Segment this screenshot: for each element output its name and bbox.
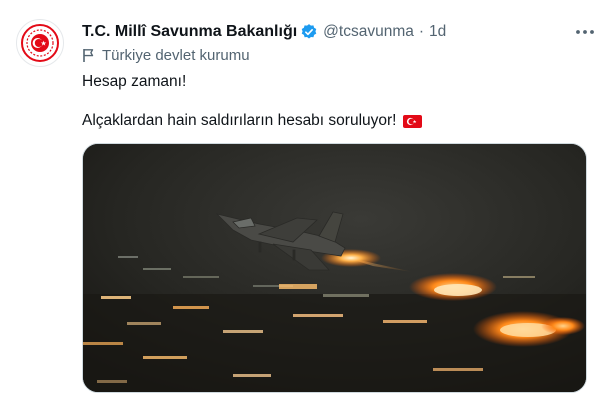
turkey-flag-icon bbox=[403, 114, 423, 128]
account-name[interactable]: T.C. Millî Savunma Bakanlığı bbox=[82, 23, 297, 41]
avatar[interactable] bbox=[16, 19, 64, 67]
avatar-crest-icon bbox=[21, 24, 59, 62]
tweet-timestamp[interactable]: 1d bbox=[429, 23, 446, 41]
tweet-text-line-2-content: Alçaklardan hain saldırıların hesabı sor… bbox=[82, 112, 397, 129]
verified-badge-icon[interactable] bbox=[300, 23, 318, 41]
separator-dot: · bbox=[418, 23, 425, 40]
tweet-text-line-2: Alçaklardan hain saldırıların hesabı sor… bbox=[82, 112, 423, 130]
more-options-icon[interactable] bbox=[573, 22, 597, 42]
government-flag-icon bbox=[82, 48, 96, 63]
tweet-text-line-1: Hesap zamanı! bbox=[82, 73, 187, 90]
tweet-media-image[interactable] bbox=[82, 143, 587, 393]
account-label[interactable]: Türkiye devlet kurumu bbox=[82, 45, 250, 65]
account-label-text: Türkiye devlet kurumu bbox=[102, 46, 250, 64]
tweet-header: T.C. Millî Savunma Bakanlığı @tcsavunma … bbox=[82, 21, 446, 43]
tweet-card[interactable]: T.C. Millî Savunma Bakanlığı @tcsavunma … bbox=[0, 0, 611, 401]
account-handle[interactable]: @tcsavunma bbox=[323, 23, 414, 41]
